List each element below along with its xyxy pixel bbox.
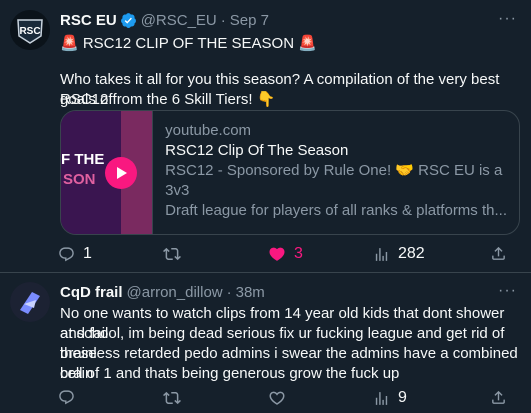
author-name[interactable]: RSC EU bbox=[60, 12, 117, 29]
more-options-icon[interactable]: ··· bbox=[498, 10, 517, 28]
tweet-timestamp[interactable]: Sep 7 bbox=[230, 12, 269, 29]
tweet-timestamp[interactable]: 38m bbox=[236, 284, 265, 301]
views-bar-chart-icon bbox=[375, 391, 388, 405]
tweet-text-line-3: RSC12 from the 6 Skill Tiers! 👇 bbox=[60, 91, 276, 108]
card-description-line-1: RSC12 - Sponsored by Rule One! 🤝 RSC EU … bbox=[165, 162, 503, 199]
more-options-icon[interactable]: ··· bbox=[498, 282, 517, 300]
tweet-text-line-1: 🚨 RSC12 CLIP OF THE SEASON 🚨 bbox=[60, 35, 317, 52]
thumb-text-left-2: SON bbox=[63, 171, 96, 188]
retweet-icon bbox=[163, 247, 181, 261]
verified-badge-icon bbox=[120, 13, 136, 28]
share-button[interactable] bbox=[490, 245, 507, 262]
author-handle[interactable]: @RSC_EU bbox=[141, 12, 217, 29]
card-body: youtube.com RSC12 Clip Of The Season RSC… bbox=[153, 111, 519, 234]
view-count: 9 bbox=[398, 389, 407, 406]
share-icon bbox=[492, 390, 505, 404]
card-description-line-2: Draft league for players of all ranks & … bbox=[165, 202, 507, 219]
like-button[interactable]: 3 bbox=[268, 245, 303, 263]
share-button[interactable] bbox=[490, 389, 507, 406]
retweet-icon bbox=[163, 391, 181, 405]
tweet-header: CqD frail @arron_dillow · 38m bbox=[60, 284, 265, 301]
video-thumbnail[interactable]: F THE SON RS bbox=[61, 111, 154, 234]
card-domain: youtube.com bbox=[165, 122, 252, 139]
card-title: RSC12 Clip Of The Season bbox=[165, 142, 349, 159]
tweet-header: RSC EU @RSC_EU · Sep 7 bbox=[60, 12, 269, 29]
reply-button[interactable] bbox=[58, 389, 75, 406]
link-card[interactable]: F THE SON RS youtube.com RSC12 Clip Of T… bbox=[60, 110, 520, 235]
avatar-rsc-eu[interactable]: RSC bbox=[10, 10, 50, 50]
thumb-text-left: F THE bbox=[61, 151, 105, 168]
views-button[interactable]: 282 bbox=[373, 245, 425, 263]
share-icon bbox=[492, 246, 505, 260]
user-avatar-icon bbox=[10, 282, 50, 322]
play-button-icon[interactable] bbox=[105, 157, 137, 189]
tweet-divider bbox=[0, 272, 531, 273]
views-bar-chart-icon bbox=[375, 247, 388, 261]
avatar-text: RSC bbox=[19, 26, 40, 37]
reply-icon bbox=[59, 390, 74, 405]
like-button[interactable] bbox=[268, 389, 286, 407]
like-count: 3 bbox=[294, 245, 303, 262]
views-button[interactable]: 9 bbox=[373, 389, 407, 407]
meta-separator: · bbox=[220, 12, 226, 29]
reply-button[interactable]: 1 bbox=[58, 245, 92, 263]
retweet-button[interactable] bbox=[163, 245, 189, 263]
author-handle[interactable]: @arron_dillow bbox=[127, 284, 223, 301]
reply-icon bbox=[59, 246, 74, 261]
author-name[interactable]: CqD frail bbox=[60, 284, 123, 301]
view-count: 282 bbox=[398, 245, 425, 262]
heart-filled-icon bbox=[269, 247, 285, 261]
avatar-cqd-frail[interactable] bbox=[10, 282, 50, 322]
rsc-logo-icon: RSC bbox=[10, 10, 50, 50]
tweet-text-line-4: cell of 1 and thats being generous grow … bbox=[60, 365, 400, 382]
reply-count: 1 bbox=[83, 245, 92, 262]
retweet-button[interactable] bbox=[163, 389, 181, 407]
heart-outline-icon bbox=[269, 391, 285, 405]
meta-separator: · bbox=[226, 284, 232, 301]
